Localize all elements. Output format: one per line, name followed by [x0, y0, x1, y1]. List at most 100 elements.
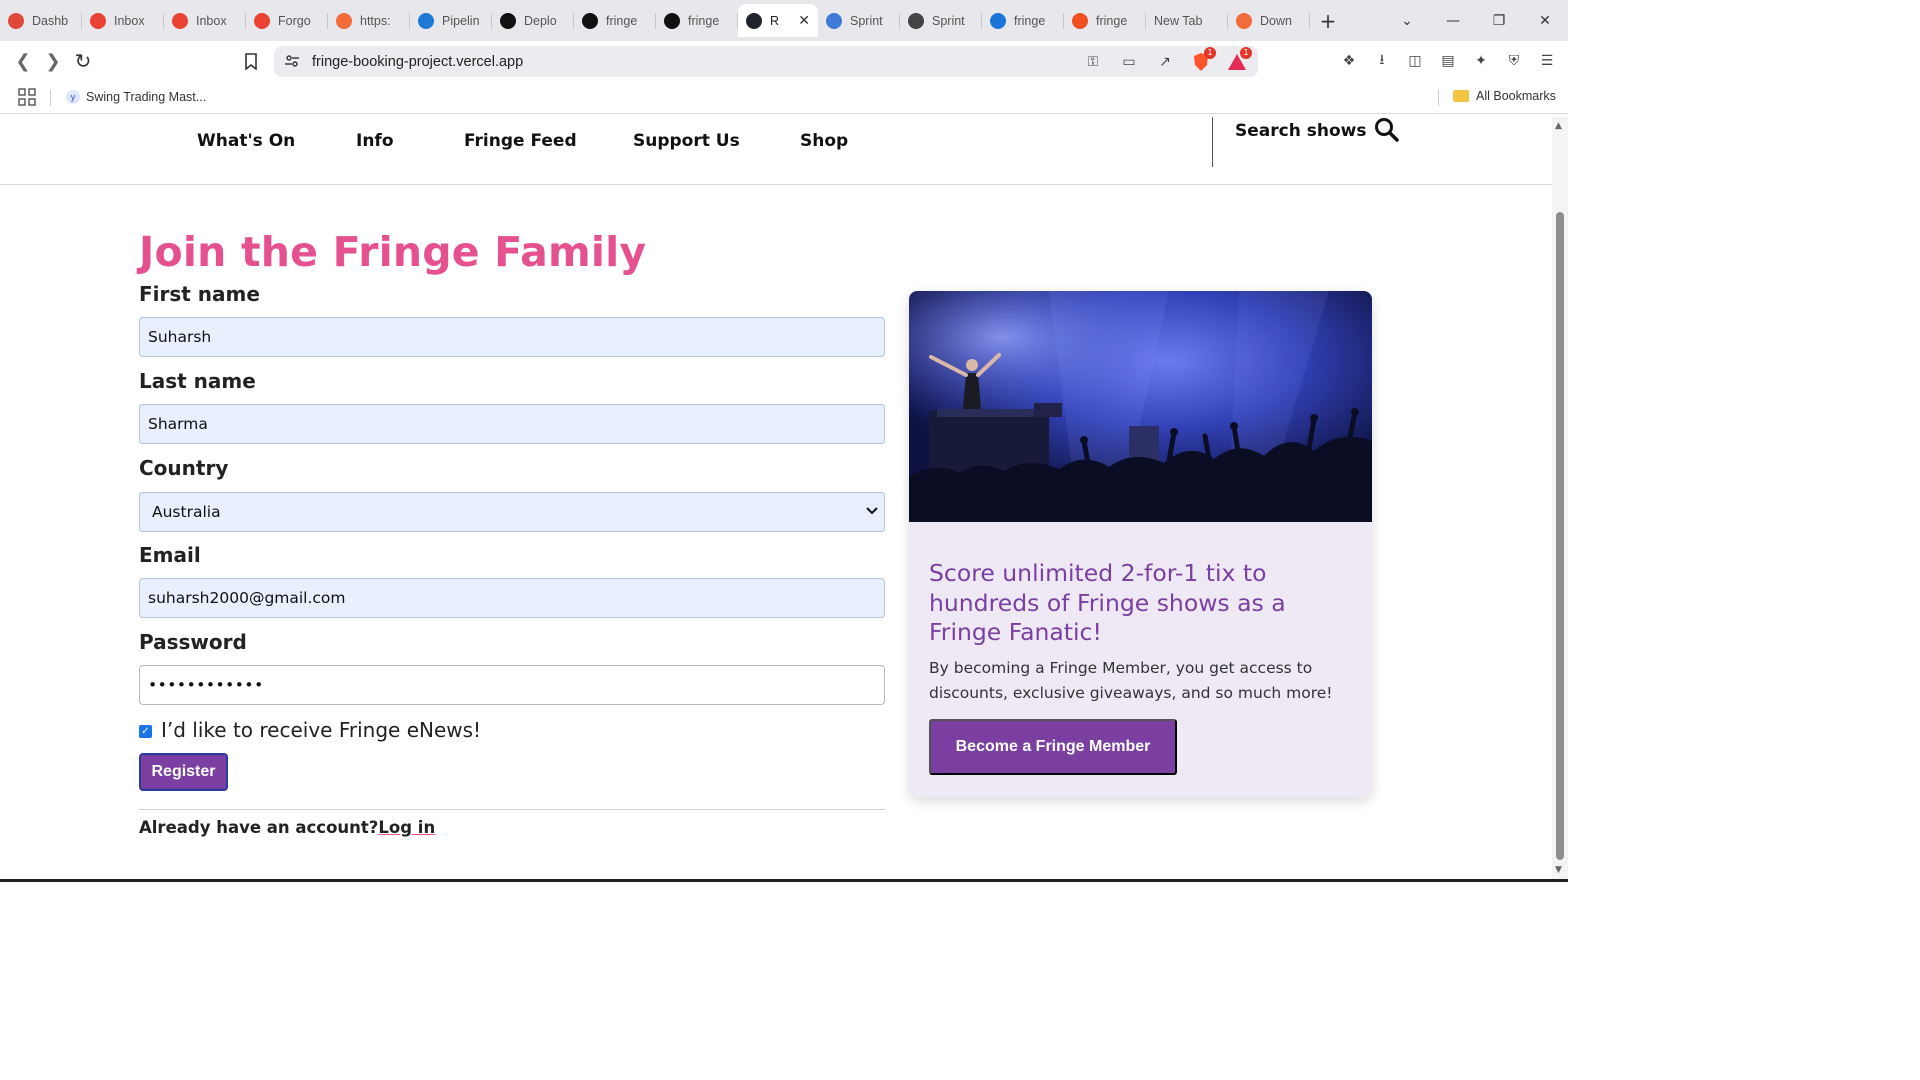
new-tab-button[interactable]: +	[1312, 5, 1344, 37]
address-bar[interactable]: fringe-booking-project.vercel.app ⚿ ▭ ↗ …	[274, 46, 1258, 77]
tab-search-chevron-icon[interactable]: ⌄	[1384, 0, 1430, 41]
login-prompt: Already have an account?Log in	[139, 818, 435, 837]
github-icon	[908, 12, 924, 29]
tab-label: Pipelin	[442, 13, 480, 28]
browser-tab[interactable]: R ✕	[738, 4, 818, 37]
nav-fringe-feed[interactable]: Fringe Feed	[464, 131, 577, 151]
scroll-up-icon[interactable]: ▲	[1555, 121, 1562, 131]
bookmark-divider	[1438, 90, 1439, 106]
browser-tab[interactable]: Sprint	[818, 4, 900, 37]
tab-label: Inbox	[196, 13, 227, 28]
tab-label: fringe	[1096, 13, 1128, 28]
vpn-icon[interactable]: ⛨	[1503, 50, 1525, 72]
bookmark-swing-trading[interactable]: y Swing Trading Mast...	[66, 90, 206, 104]
apps-grid-icon[interactable]	[18, 88, 36, 109]
back-icon[interactable]: ❮	[8, 46, 38, 76]
download-icon[interactable]: ⭳	[1371, 50, 1393, 72]
browser-tab[interactable]: Inbox	[164, 4, 246, 37]
menu-icon[interactable]: ☰	[1536, 50, 1558, 72]
country-select[interactable]: Australia	[139, 492, 885, 532]
browser-tab[interactable]: Pipelin	[410, 4, 492, 37]
enews-option: ✓ I’d like to receive Fringe eNews!	[139, 718, 481, 742]
brave-shield-icon[interactable]: 1	[1190, 46, 1216, 73]
tab-label: New Tab	[1154, 13, 1203, 28]
chevron-down-icon	[866, 503, 878, 519]
tab-label: Sprint	[850, 13, 883, 28]
all-bookmarks-label: All Bookmarks	[1476, 89, 1556, 103]
reload-icon[interactable]: ↻	[68, 46, 98, 76]
browser-tab[interactable]: fringe	[982, 4, 1064, 37]
wallet-icon[interactable]: ▤	[1437, 50, 1459, 72]
browser-tab[interactable]: fringe	[1064, 4, 1146, 37]
nav-info[interactable]: Info	[356, 131, 394, 151]
browser-tab[interactable]: Down	[1228, 4, 1310, 37]
scroll-down-icon[interactable]: ▼	[1555, 865, 1562, 875]
vercel-icon	[500, 12, 516, 29]
page-scrollbar[interactable]: ▲ ▼	[1552, 117, 1568, 882]
gmail-icon	[254, 12, 270, 29]
search-engine-icon	[826, 12, 842, 29]
email-input[interactable]: suharsh2000@gmail.com	[139, 578, 885, 618]
become-member-button[interactable]: Become a Fringe Member	[929, 719, 1177, 775]
close-tab-icon[interactable]: ✕	[798, 12, 810, 29]
rewards-icon[interactable]: 1	[1226, 46, 1252, 73]
dashboard-icon	[8, 12, 24, 29]
browser-tab[interactable]: Sprint	[900, 4, 982, 37]
browser-toolbar: ❮ ❯ ↻ fringe-booking-project.vercel.app …	[0, 41, 1568, 81]
email-label: Email	[139, 543, 201, 567]
tab-label: Forgo	[278, 13, 311, 28]
share-icon[interactable]: ↗	[1154, 51, 1176, 73]
url-text[interactable]: fringe-booking-project.vercel.app	[312, 54, 523, 70]
close-window-button[interactable]: ✕	[1522, 0, 1568, 41]
bookmark-divider	[50, 90, 51, 106]
page-title: Join the Fringe Family	[139, 228, 647, 276]
first-name-input[interactable]: Suharsh	[139, 317, 885, 357]
minimize-button[interactable]: —	[1430, 0, 1476, 41]
nav-shop[interactable]: Shop	[800, 131, 848, 151]
react-icon	[746, 12, 762, 29]
leo-ai-icon[interactable]: ✦	[1470, 50, 1492, 72]
bookmarks-bar: y Swing Trading Mast... All Bookmarks	[0, 81, 1568, 114]
scroll-thumb[interactable]	[1556, 212, 1564, 860]
browser-tab[interactable]: fringe	[574, 4, 656, 37]
enews-label[interactable]: I’d like to receive Fringe eNews!	[161, 718, 481, 742]
register-button[interactable]: Register	[139, 753, 228, 791]
restore-button[interactable]: ❐	[1476, 0, 1522, 41]
browser-tab[interactable]: Dashb	[0, 4, 82, 37]
key-icon[interactable]: ⚿	[1082, 51, 1104, 73]
last-name-input[interactable]: Sharma	[139, 404, 885, 444]
bookmark-favicon-icon: y	[66, 90, 80, 104]
gmail-icon	[172, 12, 188, 29]
tab-label: fringe	[606, 13, 638, 28]
forward-icon[interactable]: ❯	[38, 46, 68, 76]
window-controls: ⌄ — ❐ ✕	[1384, 0, 1568, 41]
tab-label: fringe	[688, 13, 720, 28]
last-name-label: Last name	[139, 369, 256, 393]
browser-tab[interactable]: https:	[328, 4, 410, 37]
browser-tab[interactable]: Deplo	[492, 4, 574, 37]
extension-icons: ❖ ⭳ ◫ ▤ ✦ ⛨ ☰	[1338, 41, 1558, 81]
browser-tab[interactable]: Forgo	[246, 4, 328, 37]
nav-support-us[interactable]: Support Us	[633, 131, 740, 151]
nav-whats-on[interactable]: What's On	[197, 131, 295, 151]
tab-label: Deplo	[524, 13, 557, 28]
extensions-icon[interactable]: ❖	[1338, 50, 1360, 72]
bookmark-icon[interactable]	[236, 46, 266, 76]
browser-tab[interactable]: fringe	[656, 4, 738, 37]
all-bookmarks-button[interactable]: All Bookmarks	[1453, 89, 1556, 103]
country-label: Country	[139, 456, 229, 480]
enews-checkbox[interactable]: ✓	[139, 724, 152, 738]
browser-tab[interactable]: Inbox	[82, 4, 164, 37]
site-settings-icon[interactable]	[284, 53, 300, 73]
search-shows-label: Search shows	[1235, 121, 1367, 141]
tab-label: Down	[1260, 13, 1292, 28]
password-input[interactable]: ••••••••••••	[139, 665, 885, 705]
membership-promo-card: Score unlimited 2-for-1 tix to hundreds …	[909, 291, 1372, 797]
cast-icon[interactable]: ▭	[1118, 51, 1140, 73]
browser-tab[interactable]: New Tab	[1146, 4, 1228, 37]
sidebar-icon[interactable]: ◫	[1404, 50, 1426, 72]
login-link[interactable]: Log in	[378, 818, 435, 837]
country-selected-value: Australia	[152, 503, 221, 521]
tab-label: Inbox	[114, 13, 145, 28]
search-shows-button[interactable]: Search shows	[1212, 117, 1400, 167]
